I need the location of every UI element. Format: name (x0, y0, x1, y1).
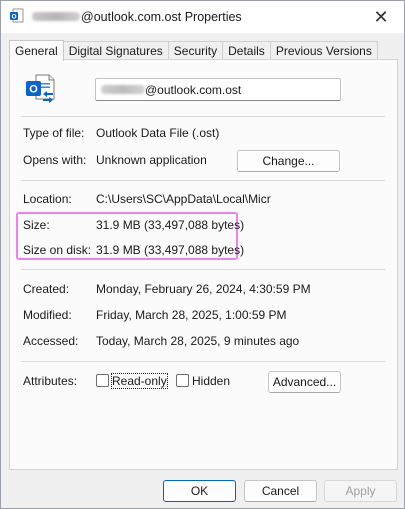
svg-text:O: O (11, 14, 16, 21)
tab-security[interactable]: Security (167, 41, 224, 60)
divider (21, 116, 385, 117)
tab-general[interactable]: General (9, 40, 64, 61)
opens-with-value: Unknown application (96, 153, 207, 167)
title-bar: O @outlook.com.ost Properties ✕ (1, 1, 404, 33)
change-button[interactable]: Change... (237, 150, 340, 172)
type-label: Type of file: (23, 126, 85, 140)
file-name-input[interactable]: @outlook.com.ost (95, 78, 341, 101)
created-label: Created: (23, 282, 70, 296)
outlook-file-icon: O (10, 8, 24, 23)
window-title: @outlook.com.ost Properties (81, 10, 242, 24)
opens-with-label: Opens with: (23, 153, 87, 167)
hidden-label[interactable]: Hidden (192, 374, 230, 388)
ok-button[interactable]: OK (163, 480, 236, 502)
general-panel (9, 59, 398, 470)
size-value: 31.9 MB (33,497,088 bytes) (96, 218, 245, 232)
accessed-label: Accessed: (23, 334, 79, 348)
divider (21, 361, 385, 362)
redacted-file-name (101, 85, 145, 94)
location-label: Location: (23, 192, 72, 206)
apply-button-label: Apply (345, 484, 376, 498)
divider (21, 180, 385, 181)
tab-previous-versions[interactable]: Previous Versions (269, 41, 378, 60)
change-button-label: Change... (262, 154, 315, 168)
size-on-disk-value: 31.9 MB (33,497,088 bytes) (96, 243, 245, 257)
accessed-value: Today, March 28, 2025, 9 minutes ago (96, 334, 300, 348)
attributes-label: Attributes: (23, 374, 78, 388)
tab-strip: General Digital Signatures Security Deta… (9, 40, 378, 61)
svg-text:O: O (29, 84, 38, 96)
modified-label: Modified: (23, 308, 72, 322)
hidden-checkbox[interactable] (176, 374, 189, 387)
size-on-disk-label: Size on disk: (23, 243, 92, 257)
tab-details[interactable]: Details (222, 41, 271, 60)
advanced-button-label: Advanced... (272, 375, 337, 389)
tab-digital-signatures[interactable]: Digital Signatures (62, 41, 169, 60)
created-value: Monday, February 26, 2024, 4:30:59 PM (96, 282, 311, 296)
close-icon: ✕ (373, 6, 389, 27)
readonly-checkbox[interactable] (96, 374, 109, 387)
readonly-label[interactable]: Read-only (111, 373, 168, 389)
modified-value: Friday, March 28, 2025, 1:00:59 PM (96, 308, 287, 322)
redacted-name (32, 12, 80, 21)
cancel-button-label: Cancel (261, 484, 300, 498)
ok-button-label: OK (190, 484, 209, 498)
close-button[interactable]: ✕ (364, 3, 398, 31)
file-name-value: @outlook.com.ost (145, 83, 242, 97)
cancel-button[interactable]: Cancel (244, 480, 317, 502)
outlook-data-file-icon: O (26, 74, 55, 103)
divider (21, 269, 385, 270)
location-value: C:\Users\SC\AppData\Local\Micr (96, 192, 271, 206)
properties-dialog: O @outlook.com.ost Properties ✕ General … (0, 0, 405, 509)
advanced-button[interactable]: Advanced... (268, 371, 341, 393)
size-label: Size: (23, 218, 50, 232)
apply-button[interactable]: Apply (324, 480, 397, 502)
type-value: Outlook Data File (.ost) (96, 126, 220, 140)
